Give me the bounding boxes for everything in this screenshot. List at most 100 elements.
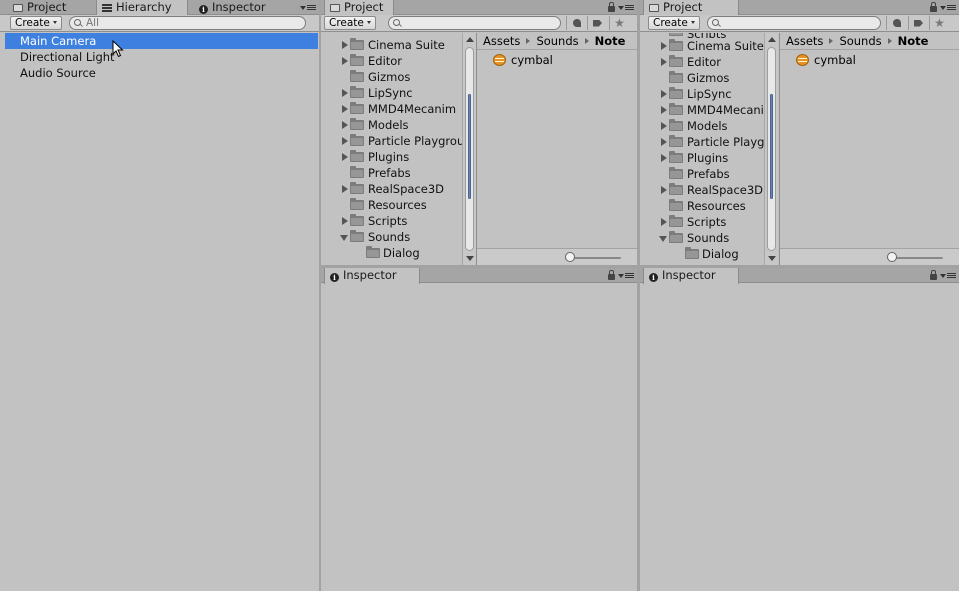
breadcrumb-sounds[interactable]: Sounds: [536, 34, 578, 48]
tree-item-folder[interactable]: Resources: [321, 197, 464, 213]
scroll-down-icon[interactable]: [466, 256, 474, 261]
filter-by-label-button[interactable]: [908, 16, 928, 30]
breadcrumb-note[interactable]: Note: [595, 34, 626, 48]
list-item-audio-source[interactable]: Audio Source: [0, 65, 319, 81]
panel-menu-icon[interactable]: [940, 5, 956, 10]
tree-item-folder[interactable]: Sounds: [640, 230, 764, 246]
tree-item-folder[interactable]: Models: [640, 118, 764, 134]
tree-item-folder[interactable]: Plugins: [640, 150, 764, 166]
folder-tree-scrollbar[interactable]: [764, 33, 778, 265]
folder-tree-scrollbar[interactable]: [462, 33, 476, 265]
chevron-right-icon[interactable]: [342, 89, 348, 97]
tree-item-folder[interactable]: Gizmos: [321, 69, 464, 85]
tab-project[interactable]: Project: [8, 0, 72, 15]
lock-icon[interactable]: [930, 270, 937, 280]
tree-item-folder[interactable]: Particle Playground: [321, 133, 464, 149]
tree-item-label: Particle Playground: [368, 134, 464, 148]
create-button[interactable]: Create: [324, 16, 376, 30]
chevron-right-icon[interactable]: [342, 217, 348, 225]
panel-menu-icon[interactable]: [618, 273, 634, 278]
scroll-up-icon[interactable]: [466, 37, 474, 42]
panel-menu-icon[interactable]: [618, 5, 634, 10]
tree-item-folder[interactable]: Particle Playground: [640, 134, 764, 150]
chevron-right-icon[interactable]: [661, 154, 667, 162]
chevron-down-icon[interactable]: [340, 235, 348, 241]
search-input[interactable]: [707, 16, 881, 30]
search-input[interactable]: [388, 16, 561, 30]
tree-item-folder[interactable]: LipSync: [640, 86, 764, 102]
search-input[interactable]: All: [69, 16, 306, 30]
breadcrumb-sounds[interactable]: Sounds: [839, 34, 881, 48]
filter-by-type-button[interactable]: [566, 16, 586, 30]
chevron-right-icon[interactable]: [342, 153, 348, 161]
tree-item-folder[interactable]: Scripts: [640, 214, 764, 230]
scroll-track[interactable]: [767, 47, 776, 251]
lock-icon[interactable]: [930, 2, 937, 12]
chevron-right-icon[interactable]: [661, 218, 667, 226]
chevron-right-icon[interactable]: [342, 41, 348, 49]
tree-item-folder[interactable]: Scripts: [321, 213, 464, 229]
tab-project-1[interactable]: Project: [324, 0, 394, 16]
tree-item-folder[interactable]: Plugins: [321, 149, 464, 165]
tab-inspector-2[interactable]: i Inspector: [643, 268, 739, 284]
zoom-slider-handle[interactable]: [887, 252, 897, 262]
chevron-right-icon[interactable]: [661, 106, 667, 114]
chevron-right-icon[interactable]: [661, 58, 667, 66]
breadcrumb-assets[interactable]: Assets: [483, 34, 520, 48]
tree-item-folder[interactable]: RealSpace3D: [640, 182, 764, 198]
chevron-down-icon[interactable]: [659, 236, 667, 242]
chevron-right-icon[interactable]: [342, 121, 348, 129]
chevron-right-icon[interactable]: [661, 122, 667, 130]
create-button[interactable]: Create: [10, 16, 62, 30]
lock-icon[interactable]: [608, 270, 615, 280]
tree-item-folder[interactable]: Resources: [640, 198, 764, 214]
scroll-up-icon[interactable]: [768, 37, 776, 42]
tree-item-folder[interactable]: Sounds: [321, 229, 464, 245]
scroll-track[interactable]: [465, 47, 474, 251]
asset-item-cymbal[interactable]: cymbal: [796, 52, 856, 68]
scroll-thumb[interactable]: [468, 94, 471, 199]
tree-item-folder[interactable]: Editor: [640, 54, 764, 70]
tree-item-folder[interactable]: Dialog: [321, 245, 464, 261]
chevron-right-icon[interactable]: [661, 186, 667, 194]
create-button[interactable]: Create: [648, 16, 700, 30]
favorite-button[interactable]: ★: [609, 16, 629, 30]
tree-item-folder[interactable]: Dialog: [640, 246, 764, 262]
chevron-right-icon[interactable]: [661, 42, 667, 50]
breadcrumb-assets[interactable]: Assets: [786, 34, 823, 48]
breadcrumb-note[interactable]: Note: [898, 34, 929, 48]
favorite-button[interactable]: ★: [929, 16, 949, 30]
tab-project-2[interactable]: Project: [643, 0, 739, 16]
tree-item-folder[interactable]: Prefabs: [321, 165, 464, 181]
asset-item-cymbal[interactable]: cymbal: [493, 52, 553, 68]
tab-inspector[interactable]: i Inspector: [194, 0, 272, 15]
tree-item-folder[interactable]: Editor: [321, 53, 464, 69]
tree-item-folder[interactable]: Gizmos: [640, 70, 764, 86]
tree-item-folder[interactable]: MMD4Mecanim: [640, 102, 764, 118]
list-item-main-camera[interactable]: Main Camera: [5, 33, 318, 49]
filter-by-label-button[interactable]: [587, 16, 607, 30]
zoom-slider-handle[interactable]: [565, 252, 575, 262]
chevron-right-icon[interactable]: [342, 185, 348, 193]
tree-item-folder[interactable]: RealSpace3D: [321, 181, 464, 197]
lock-icon[interactable]: [608, 2, 615, 12]
panel-menu-icon[interactable]: [940, 273, 956, 278]
tree-item-folder[interactable]: Cinema Suite: [640, 38, 764, 54]
scroll-down-icon[interactable]: [768, 256, 776, 261]
tree-item-folder[interactable]: Cinema Suite: [321, 37, 464, 53]
tree-item-folder[interactable]: Models: [321, 117, 464, 133]
tree-item-folder[interactable]: LipSync: [321, 85, 464, 101]
tab-inspector-1[interactable]: i Inspector: [324, 268, 420, 284]
tree-item-folder[interactable]: MMD4Mecanim: [321, 101, 464, 117]
chevron-right-icon[interactable]: [342, 105, 348, 113]
filter-by-type-button[interactable]: [886, 16, 906, 30]
tree-item-folder[interactable]: Prefabs: [640, 166, 764, 182]
chevron-right-icon[interactable]: [661, 138, 667, 146]
scroll-thumb[interactable]: [770, 94, 773, 199]
tab-hierarchy[interactable]: Hierarchy: [96, 0, 188, 16]
list-item-directional-light[interactable]: Directional Light: [0, 49, 319, 65]
chevron-right-icon[interactable]: [342, 57, 348, 65]
chevron-right-icon[interactable]: [661, 90, 667, 98]
chevron-right-icon[interactable]: [342, 137, 348, 145]
panel-menu-icon[interactable]: [300, 5, 316, 10]
